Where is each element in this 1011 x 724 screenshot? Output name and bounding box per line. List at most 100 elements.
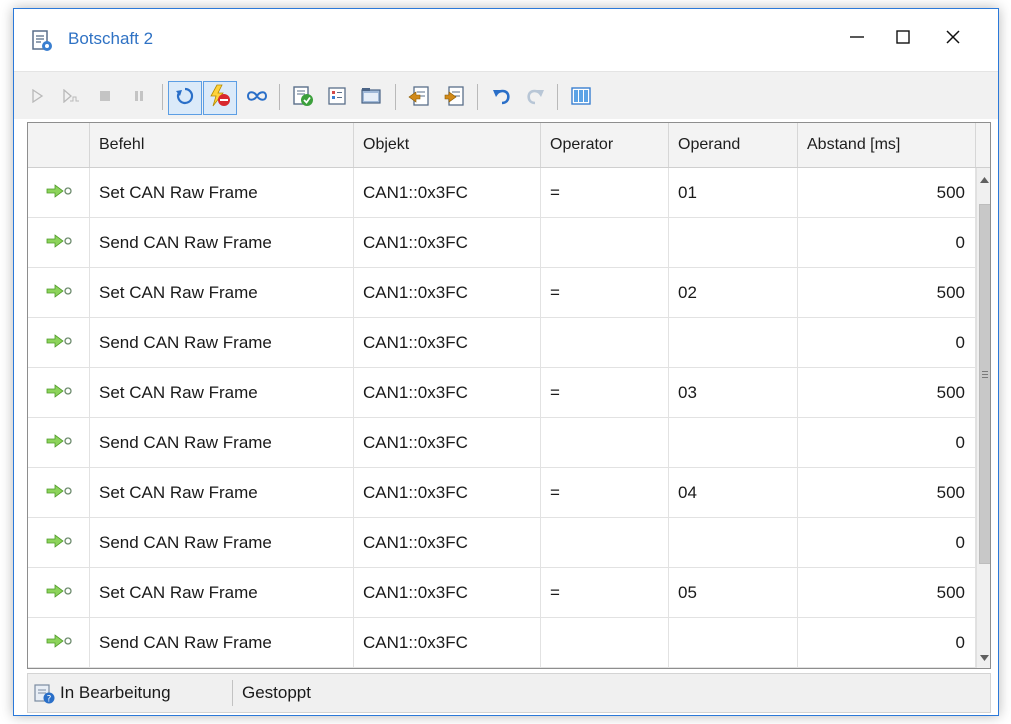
columns-button[interactable]	[564, 81, 598, 115]
cell-operator[interactable]: =	[541, 568, 669, 617]
cell-abstand[interactable]: 0	[798, 518, 976, 567]
cell-operand[interactable]: 03	[669, 368, 798, 417]
cell-operator[interactable]	[541, 618, 669, 667]
redo-button[interactable]	[518, 81, 552, 115]
cell-befehl[interactable]: Set CAN Raw Frame	[90, 368, 354, 417]
column-header-operator[interactable]: Operator	[541, 123, 669, 167]
cell-abstand[interactable]: 500	[798, 568, 976, 617]
document-settings-icon	[30, 29, 54, 53]
minimize-icon	[849, 29, 865, 50]
infinite-loop-icon	[246, 89, 268, 108]
cell-abstand[interactable]: 0	[798, 618, 976, 667]
cell-abstand[interactable]: 0	[798, 418, 976, 467]
cell-befehl[interactable]: Set CAN Raw Frame	[90, 268, 354, 317]
check-message-button[interactable]	[286, 81, 320, 115]
column-header-abstand[interactable]: Abstand [ms]	[798, 123, 976, 167]
undo-button[interactable]	[485, 81, 519, 115]
column-header-objekt[interactable]: Objekt	[354, 123, 541, 167]
cell-operand[interactable]: 02	[669, 268, 798, 317]
table-row[interactable]: Send CAN Raw Frame CAN1::0x3FC 0	[28, 418, 976, 468]
cell-befehl[interactable]: Send CAN Raw Frame	[90, 218, 354, 267]
scroll-down-button[interactable]	[977, 646, 990, 668]
table-row[interactable]: Send CAN Raw Frame CAN1::0x3FC 0	[28, 518, 976, 568]
close-button[interactable]	[930, 9, 976, 69]
cell-operand[interactable]: 04	[669, 468, 798, 517]
cell-objekt[interactable]: CAN1::0x3FC	[354, 218, 541, 267]
cell-objekt[interactable]: CAN1::0x3FC	[354, 168, 541, 217]
cell-objekt[interactable]: CAN1::0x3FC	[354, 468, 541, 517]
table-row[interactable]: Set CAN Raw Frame CAN1::0x3FC = 02 500	[28, 268, 976, 318]
row-command-icon-cell	[28, 618, 90, 667]
list-button[interactable]	[320, 81, 354, 115]
toolbar-separator	[557, 84, 558, 110]
scrollbar-thumb[interactable]	[979, 204, 990, 564]
table-row[interactable]: Send CAN Raw Frame CAN1::0x3FC 0	[28, 218, 976, 268]
cell-befehl[interactable]: Send CAN Raw Frame	[90, 618, 354, 667]
stop-button[interactable]	[88, 81, 122, 115]
folder-button[interactable]	[354, 81, 388, 115]
cell-operator[interactable]: =	[541, 268, 669, 317]
cell-objekt[interactable]: CAN1::0x3FC	[354, 568, 541, 617]
infinite-loop-button[interactable]	[240, 81, 274, 115]
export-button[interactable]	[437, 81, 471, 115]
pause-icon	[133, 89, 145, 107]
cell-operator[interactable]	[541, 518, 669, 567]
toolbar-separator	[477, 84, 478, 110]
cell-befehl[interactable]: Set CAN Raw Frame	[90, 168, 354, 217]
table-row[interactable]: Send CAN Raw Frame CAN1::0x3FC 0	[28, 618, 976, 668]
cell-objekt[interactable]: CAN1::0x3FC	[354, 518, 541, 567]
table-row[interactable]: Set CAN Raw Frame CAN1::0x3FC = 05 500	[28, 568, 976, 618]
cell-objekt[interactable]: CAN1::0x3FC	[354, 268, 541, 317]
toolbar	[14, 71, 998, 119]
cell-abstand[interactable]: 0	[798, 218, 976, 267]
cell-objekt[interactable]: CAN1::0x3FC	[354, 418, 541, 467]
cell-befehl[interactable]: Set CAN Raw Frame	[90, 568, 354, 617]
break-on-error-button[interactable]	[203, 81, 237, 115]
cell-operand[interactable]: 01	[669, 168, 798, 217]
cell-objekt[interactable]: CAN1::0x3FC	[354, 618, 541, 667]
cell-operand[interactable]	[669, 418, 798, 467]
cell-abstand[interactable]: 500	[798, 368, 976, 417]
cell-abstand[interactable]: 500	[798, 268, 976, 317]
cell-befehl[interactable]: Set CAN Raw Frame	[90, 468, 354, 517]
cell-operand[interactable]	[669, 218, 798, 267]
import-button[interactable]	[402, 81, 436, 115]
svg-text:?: ?	[47, 695, 52, 705]
column-header-befehl[interactable]: Befehl	[90, 123, 354, 167]
table-row[interactable]: Set CAN Raw Frame CAN1::0x3FC = 01 500	[28, 168, 976, 218]
table-row[interactable]: Set CAN Raw Frame CAN1::0x3FC = 04 500	[28, 468, 976, 518]
table-row[interactable]: Send CAN Raw Frame CAN1::0x3FC 0	[28, 318, 976, 368]
cell-operator[interactable]: =	[541, 168, 669, 217]
cell-operator[interactable]	[541, 218, 669, 267]
cell-befehl[interactable]: Send CAN Raw Frame	[90, 318, 354, 367]
cell-befehl[interactable]: Send CAN Raw Frame	[90, 418, 354, 467]
title-bar[interactable]: Botschaft 2	[14, 9, 998, 69]
column-header-operand[interactable]: Operand	[669, 123, 798, 167]
cell-operator[interactable]	[541, 318, 669, 367]
maximize-button[interactable]	[880, 9, 926, 69]
cell-operand[interactable]	[669, 618, 798, 667]
pause-button[interactable]	[122, 81, 156, 115]
cell-operator[interactable]	[541, 418, 669, 467]
cell-befehl[interactable]: Send CAN Raw Frame	[90, 518, 354, 567]
message-window: Botschaft 2 Befehl Objekt Operator Opera…	[13, 8, 999, 716]
scroll-up-button[interactable]	[977, 168, 990, 190]
cell-operator[interactable]: =	[541, 368, 669, 417]
cell-operand[interactable]: 05	[669, 568, 798, 617]
vertical-scrollbar[interactable]	[976, 168, 990, 668]
play-button[interactable]	[20, 81, 54, 115]
minimize-button[interactable]	[834, 9, 880, 69]
cell-abstand[interactable]: 500	[798, 168, 976, 217]
cell-operator[interactable]: =	[541, 468, 669, 517]
table-row[interactable]: Set CAN Raw Frame CAN1::0x3FC = 03 500	[28, 368, 976, 418]
cell-operand[interactable]	[669, 518, 798, 567]
repeat-button[interactable]	[168, 81, 202, 115]
cell-abstand[interactable]: 500	[798, 468, 976, 517]
cell-operand[interactable]	[669, 318, 798, 367]
cell-objekt[interactable]: CAN1::0x3FC	[354, 318, 541, 367]
step-button[interactable]	[54, 81, 88, 115]
cell-objekt[interactable]: CAN1::0x3FC	[354, 368, 541, 417]
cell-abstand[interactable]: 0	[798, 318, 976, 367]
undo-icon	[492, 87, 512, 110]
column-header-icon[interactable]	[28, 123, 90, 167]
